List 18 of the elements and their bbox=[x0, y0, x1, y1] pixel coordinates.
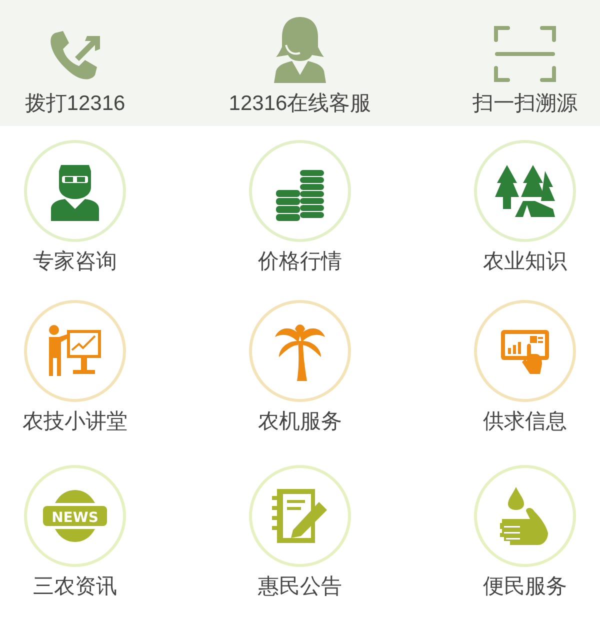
service-tile[interactable]: 价格行情 bbox=[150, 126, 450, 286]
service-tile[interactable]: 农技小讲堂 bbox=[0, 286, 150, 451]
trees-icon bbox=[495, 165, 555, 217]
agent-icon bbox=[272, 15, 328, 83]
service-tile[interactable]: 农机服务 bbox=[150, 286, 450, 451]
action-button[interactable]: 12316在线客服 bbox=[150, 0, 450, 126]
notepad-pencil-icon bbox=[271, 488, 329, 544]
action-button[interactable]: 拨打12316 bbox=[0, 0, 150, 126]
presenter-icon bbox=[47, 324, 103, 378]
service-tile[interactable]: 供求信息 bbox=[450, 286, 600, 451]
service-tile[interactable]: 专家咨询 bbox=[0, 126, 150, 286]
action-button[interactable]: 扫一扫溯源 bbox=[450, 0, 600, 126]
service-tile[interactable]: 便民服务 bbox=[450, 451, 600, 617]
service-tile[interactable]: 农业知识 bbox=[450, 126, 600, 286]
scan-icon bbox=[493, 25, 557, 83]
service-tile[interactable]: NEWS 三农资讯 bbox=[0, 451, 150, 617]
service-tile[interactable]: 惠民公告 bbox=[150, 451, 450, 617]
hand-water-drop-icon bbox=[500, 487, 550, 545]
